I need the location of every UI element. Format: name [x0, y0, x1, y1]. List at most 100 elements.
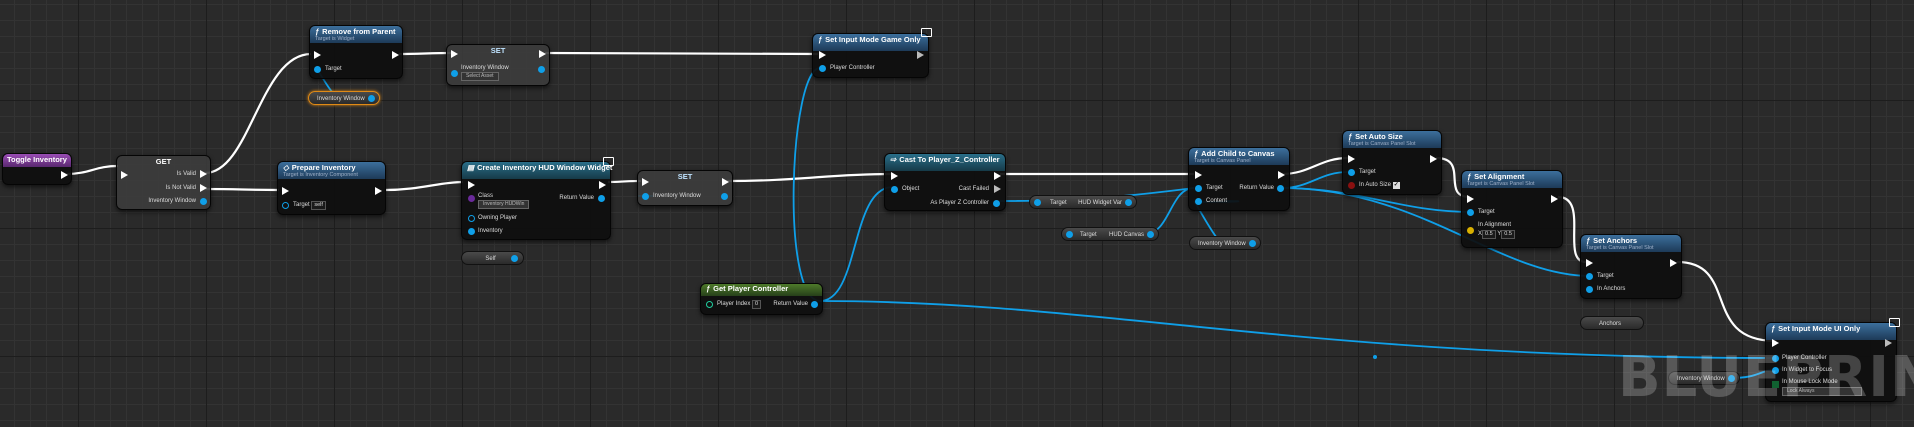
- as-player-pin[interactable]: [993, 200, 1000, 207]
- class-dropdown[interactable]: Inventory HUDWin: [478, 200, 530, 209]
- owning-player-pin[interactable]: [468, 215, 475, 222]
- exec-out-pin[interactable]: [1278, 171, 1285, 179]
- exec-in-pin[interactable]: [314, 51, 321, 59]
- exec-out-pin[interactable]: [1670, 259, 1677, 267]
- content-pin[interactable]: [1195, 198, 1202, 205]
- inventory-window-pin[interactable]: [642, 193, 649, 200]
- exec-out-pin[interactable]: [539, 50, 546, 58]
- variable-out-pin[interactable]: [1147, 231, 1154, 238]
- return-value-pin[interactable]: [598, 195, 605, 202]
- set-inventory-window-node-2[interactable]: SET Inventory Window: [637, 170, 733, 206]
- exec-out-pin[interactable]: [599, 181, 606, 189]
- target-pin[interactable]: [1348, 169, 1355, 176]
- remove-from-parent-node[interactable]: ƒ Remove from Parent Target is Widget Targ…: [309, 25, 403, 79]
- target-pin[interactable]: [282, 202, 289, 209]
- exec-out-pin[interactable]: [61, 171, 68, 179]
- target-self-field[interactable]: self: [311, 201, 326, 210]
- set-anchors-node[interactable]: ƒ Set Anchors Target is Canvas Panel Slot …: [1580, 234, 1682, 299]
- in-anchors-pin[interactable]: [1586, 286, 1593, 293]
- object-pin[interactable]: [891, 186, 898, 193]
- exec-wire: [544, 51, 819, 56]
- exec-out-pin[interactable]: [1551, 195, 1558, 203]
- in-alignment-pin[interactable]: [1467, 227, 1474, 234]
- y-field[interactable]: 0.5: [1501, 230, 1515, 239]
- node-title: Set Alignment: [1474, 172, 1525, 181]
- get-inventory-window-node[interactable]: GET Is Valid Is Not Valid Inventory Wind…: [116, 155, 211, 210]
- set-input-mode-game-only-node[interactable]: ƒ Set Input Mode Game Only Player Control…: [812, 28, 932, 78]
- exec-wire: [1281, 156, 1349, 176]
- exec-in-pin[interactable]: [642, 178, 649, 186]
- self-out-pin[interactable]: [511, 255, 518, 262]
- exec-out-pin[interactable]: [994, 172, 1001, 180]
- return-value-pin[interactable]: [811, 301, 818, 308]
- get-player-controller-node[interactable]: ƒ Get Player Controller Player Index 0 Re…: [700, 283, 823, 315]
- player-controller-pin[interactable]: [819, 65, 826, 72]
- exec-out-pin[interactable]: [392, 51, 399, 59]
- hud-widget-var-node[interactable]: Target HUD Widget Var: [1029, 195, 1137, 209]
- target-label: Target: [293, 202, 310, 208]
- output-pin[interactable]: [538, 66, 545, 73]
- node-title: Set Anchors: [1593, 236, 1638, 245]
- variable-out-pin[interactable]: [368, 95, 375, 102]
- target-pin[interactable]: [1195, 185, 1202, 192]
- inventory-pin[interactable]: [468, 228, 475, 235]
- return-value-label: Return Value: [559, 195, 594, 201]
- target-pin[interactable]: [314, 66, 321, 73]
- inventory-window-variable[interactable]: Inventory Window: [308, 91, 380, 105]
- inventory-window-pin[interactable]: [451, 70, 458, 77]
- set-auto-size-node[interactable]: ƒ Set Auto Size Target is Canvas Panel Slo…: [1342, 130, 1442, 195]
- toggle-inventory-node[interactable]: Toggle Inventory: [2, 153, 72, 185]
- self-reference-node[interactable]: Self: [461, 251, 524, 265]
- inventory-window-pin[interactable]: [200, 198, 207, 205]
- add-child-to-canvas-node[interactable]: ƒ Add Child to Canvas Target is Canvas Pan…: [1188, 147, 1290, 211]
- class-pin[interactable]: [468, 195, 475, 202]
- exec-in-pin[interactable]: [282, 187, 289, 195]
- create-widget-node[interactable]: ▤ Create Inventory HUD Window Widget Clas…: [461, 157, 614, 240]
- select-asset-dropdown[interactable]: Select Asset: [461, 72, 499, 81]
- in-auto-size-pin[interactable]: [1348, 182, 1355, 189]
- exec-out-pin[interactable]: [722, 178, 729, 186]
- x-field[interactable]: 0.5: [1482, 230, 1496, 239]
- exec-in-pin[interactable]: [1348, 155, 1355, 163]
- target-pin[interactable]: [1034, 199, 1041, 206]
- in-anchors-label: In Anchors: [1597, 286, 1626, 292]
- exec-in-pin[interactable]: [1586, 259, 1593, 267]
- is-not-valid-pin[interactable]: [200, 184, 207, 192]
- cast-to-player-z-controller-node[interactable]: ⇨ Cast To Player_Z_Controller Object Cast…: [884, 153, 1006, 211]
- output-pin[interactable]: [721, 193, 728, 200]
- exec-wire: [1676, 260, 1777, 343]
- inventory-window-variable-2[interactable]: Inventory Window: [1189, 236, 1261, 250]
- set-alignment-node[interactable]: ƒ Set Alignment Target is Canvas Panel Slo…: [1461, 170, 1563, 248]
- object-wire: [819, 186, 894, 302]
- target-pin[interactable]: [1586, 273, 1593, 280]
- is-valid-pin[interactable]: [200, 170, 207, 178]
- target-pin[interactable]: [1066, 231, 1073, 238]
- return-value-pin[interactable]: [1277, 185, 1284, 192]
- node-title: GET: [155, 157, 172, 166]
- exec-in-pin[interactable]: [451, 50, 458, 58]
- player-index-pin[interactable]: [706, 301, 713, 308]
- auto-size-checkbox[interactable]: ✓: [1392, 182, 1400, 189]
- object-wire: [1281, 171, 1349, 189]
- hud-canvas-node[interactable]: Target HUD Canvas: [1061, 227, 1159, 241]
- prepare-inventory-node[interactable]: ◇ Prepare Inventory Target is Inventory Co…: [277, 161, 386, 215]
- player-index-field[interactable]: 0: [752, 300, 762, 309]
- target-pin[interactable]: [1467, 209, 1474, 216]
- function-icon: ƒ: [818, 35, 823, 44]
- in-alignment-label: In Alignment: [1478, 222, 1512, 228]
- anchors-node[interactable]: Anchors: [1580, 316, 1644, 330]
- variable-out-pin[interactable]: [1125, 199, 1132, 206]
- variable-out-pin[interactable]: [1249, 240, 1256, 247]
- exec-in-pin[interactable]: [1467, 195, 1474, 203]
- exec-in-pin[interactable]: [1195, 171, 1202, 179]
- exec-in-pin[interactable]: [891, 172, 898, 180]
- exec-out-pin[interactable]: [917, 51, 924, 59]
- exec-out-pin[interactable]: [1430, 155, 1437, 163]
- set-inventory-window-node-1[interactable]: SET Inventory Window Select Asset: [446, 44, 550, 86]
- exec-in-pin[interactable]: [121, 171, 128, 179]
- pin-label: Inventory Window: [461, 65, 509, 71]
- exec-in-pin[interactable]: [468, 181, 475, 189]
- cast-failed-pin[interactable]: [994, 185, 1001, 193]
- exec-out-pin[interactable]: [375, 187, 382, 195]
- exec-in-pin[interactable]: [819, 51, 826, 59]
